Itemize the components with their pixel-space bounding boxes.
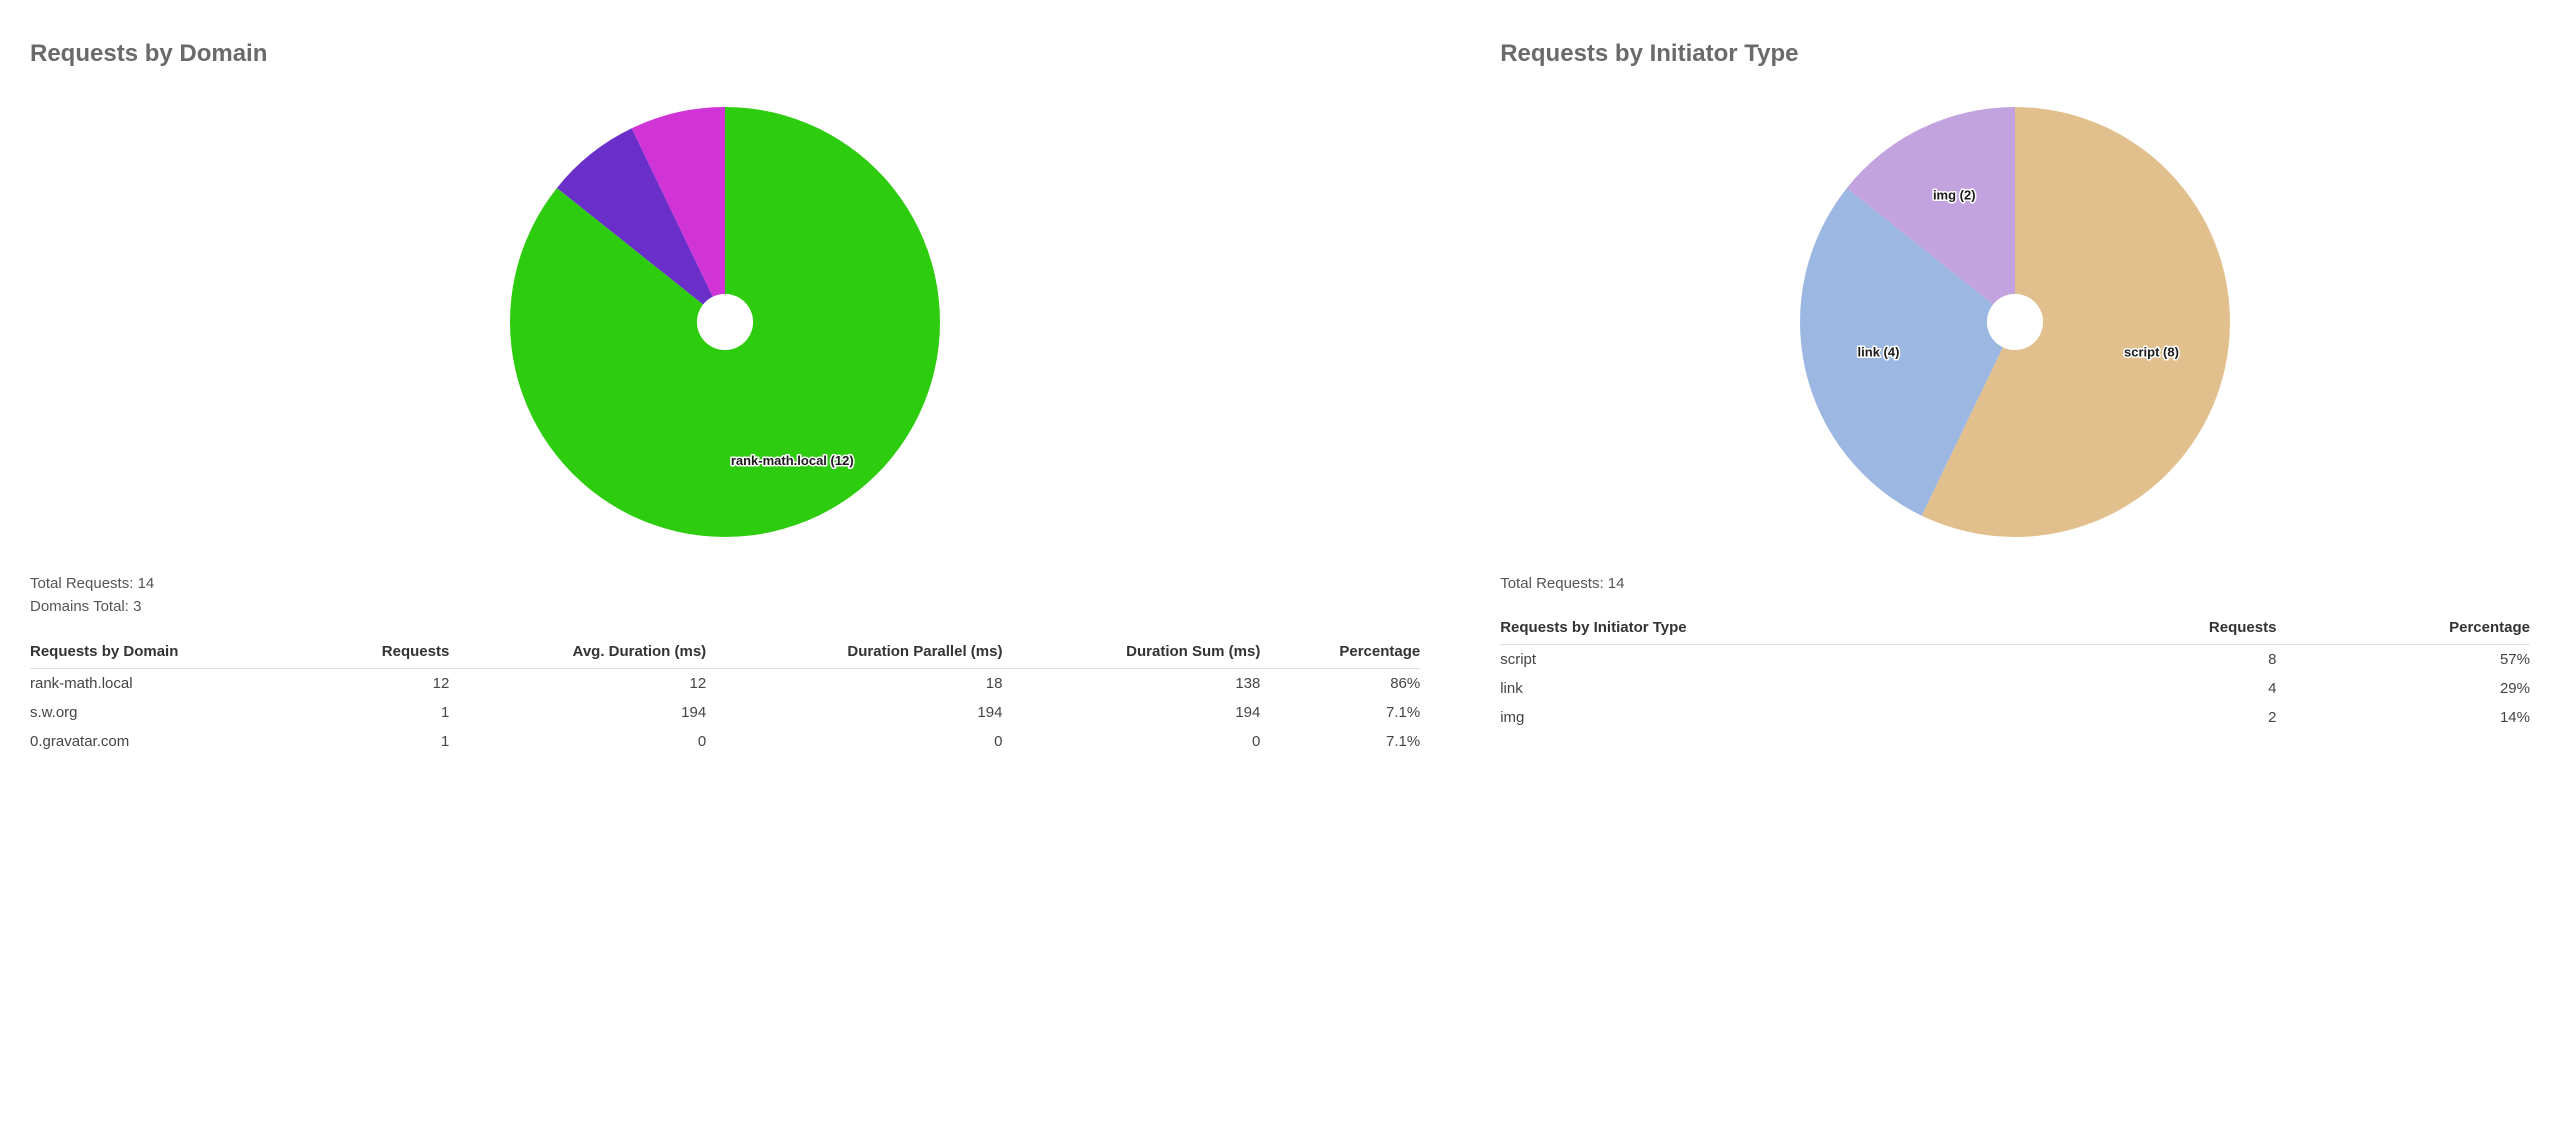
table-domain: Requests by Domain Requests Avg. Duratio…	[30, 635, 1420, 756]
table-cell: 0	[706, 727, 1002, 756]
panel-requests-by-initiator: Requests by Initiator Type script (8) lin…	[1500, 40, 2530, 756]
summary-domains-total: Domains Total: 3	[30, 595, 1420, 618]
summary-value: 14	[1608, 575, 1625, 592]
table-cell: 194	[706, 698, 1002, 727]
dashboard-container: Requests by Domain rank-math.local (12) …	[30, 40, 2530, 756]
summary-label: Total Requests:	[30, 575, 138, 592]
table-row: img214%	[1500, 703, 2530, 732]
section-title-domain: Requests by Domain	[30, 40, 1420, 68]
th-percentage: Percentage	[1260, 635, 1420, 669]
summary-initiator: Total Requests: 14	[1500, 572, 2530, 595]
pie-chart-initiator: script (8) link (4) img (2)	[1785, 92, 2245, 552]
th-requests: Requests	[314, 635, 449, 669]
summary-label: Total Requests:	[1500, 575, 1608, 592]
table-cell: link	[1500, 674, 2062, 703]
panel-requests-by-domain: Requests by Domain rank-math.local (12) …	[30, 40, 1420, 756]
table-row: script857%	[1500, 645, 2530, 675]
table-cell: 86%	[1260, 668, 1420, 698]
table-cell: 4	[2062, 674, 2277, 703]
table-cell: 194	[449, 698, 706, 727]
table-header-row: Requests by Domain Requests Avg. Duratio…	[30, 635, 1420, 669]
th-initiator-type: Requests by Initiator Type	[1500, 611, 2062, 645]
table-cell: img	[1500, 703, 2062, 732]
summary-value: 14	[138, 575, 155, 592]
table-cell: 194	[1002, 698, 1260, 727]
th-duration-sum: Duration Sum (ms)	[1002, 635, 1260, 669]
table-cell: 2	[2062, 703, 2277, 732]
table-cell: 1	[314, 727, 449, 756]
donut-hole	[697, 294, 753, 350]
table-cell: 29%	[2276, 674, 2530, 703]
donut-hole	[1987, 294, 2043, 350]
summary-value: 3	[133, 598, 141, 615]
table-cell: 7.1%	[1260, 727, 1420, 756]
pie-slice-label: script (8)	[2124, 345, 2179, 360]
summary-label: Domains Total:	[30, 598, 133, 615]
table-cell: 0.gravatar.com	[30, 727, 314, 756]
table-cell: s.w.org	[30, 698, 314, 727]
chart-initiator-wrap: script (8) link (4) img (2)	[1500, 92, 2530, 552]
pie-slice-label: link (4)	[1858, 345, 1900, 360]
th-domain: Requests by Domain	[30, 635, 314, 669]
table-cell: 7.1%	[1260, 698, 1420, 727]
table-cell: script	[1500, 645, 2062, 675]
table-cell: 12	[314, 668, 449, 698]
table-header-row: Requests by Initiator Type Requests Perc…	[1500, 611, 2530, 645]
table-cell: 14%	[2276, 703, 2530, 732]
table-initiator: Requests by Initiator Type Requests Perc…	[1500, 611, 2530, 732]
table-cell: 1	[314, 698, 449, 727]
table-row: rank-math.local12121813886%	[30, 668, 1420, 698]
table-cell: 18	[706, 668, 1002, 698]
table-cell: 57%	[2276, 645, 2530, 675]
pie-slice-label: rank-math.local (12)	[731, 453, 854, 468]
th-requests: Requests	[2062, 611, 2277, 645]
table-cell: 8	[2062, 645, 2277, 675]
th-percentage: Percentage	[2276, 611, 2530, 645]
pie-chart-domain: rank-math.local (12)	[495, 92, 955, 552]
table-row: 0.gravatar.com10007.1%	[30, 727, 1420, 756]
table-cell: 12	[449, 668, 706, 698]
table-row: link429%	[1500, 674, 2530, 703]
summary-total-requests: Total Requests: 14	[1500, 572, 2530, 595]
chart-domain-wrap: rank-math.local (12)	[30, 92, 1420, 552]
table-cell: rank-math.local	[30, 668, 314, 698]
table-cell: 0	[449, 727, 706, 756]
table-cell: 0	[1002, 727, 1260, 756]
pie-slice-label: img (2)	[1933, 187, 1976, 202]
section-title-initiator: Requests by Initiator Type	[1500, 40, 2530, 68]
summary-total-requests: Total Requests: 14	[30, 572, 1420, 595]
table-row: s.w.org11941941947.1%	[30, 698, 1420, 727]
th-avg-duration: Avg. Duration (ms)	[449, 635, 706, 669]
summary-domain: Total Requests: 14 Domains Total: 3	[30, 572, 1420, 619]
th-duration-parallel: Duration Parallel (ms)	[706, 635, 1002, 669]
table-cell: 138	[1002, 668, 1260, 698]
